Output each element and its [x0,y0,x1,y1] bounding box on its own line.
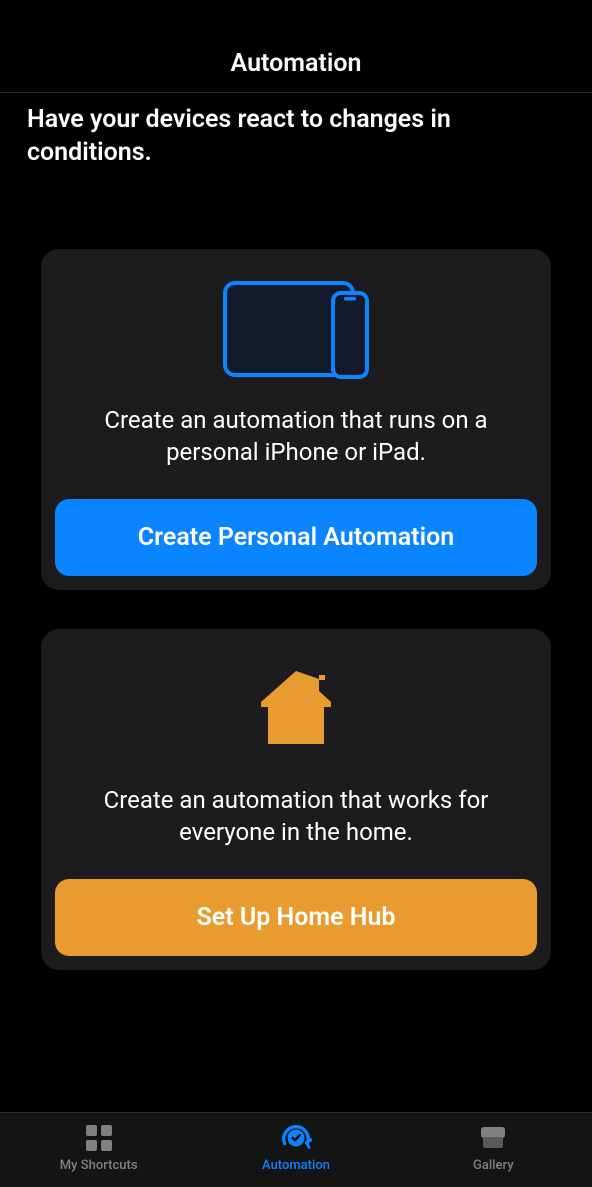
tab-automation[interactable]: Automation [197,1113,394,1187]
setup-home-hub-button[interactable]: Set Up Home Hub [55,879,537,956]
home-icon [257,659,335,759]
header: Automation [0,0,592,93]
automation-icon [280,1122,312,1154]
content-area: Create an automation that runs on a pers… [0,169,592,1112]
page-title: Automation [231,49,362,78]
grid-icon [83,1122,115,1154]
personal-automation-card: Create an automation that runs on a pers… [41,249,551,590]
tab-label: Automation [262,1158,330,1173]
tab-gallery[interactable]: Gallery [395,1113,592,1187]
tab-my-shortcuts[interactable]: My Shortcuts [0,1113,197,1187]
home-automation-card: Create an automation that works for ever… [41,629,551,970]
home-automation-description: Create an automation that works for ever… [55,784,537,849]
tab-bar: My Shortcuts Automation Gallery [0,1112,592,1187]
tab-label: My Shortcuts [60,1158,138,1173]
personal-automation-description: Create an automation that runs on a pers… [55,404,537,469]
page-subtitle: Have your devices react to changes in co… [0,93,592,169]
create-personal-automation-button[interactable]: Create Personal Automation [55,499,537,576]
devices-icon [223,279,369,379]
gallery-icon [477,1122,509,1154]
tab-label: Gallery [473,1158,514,1173]
